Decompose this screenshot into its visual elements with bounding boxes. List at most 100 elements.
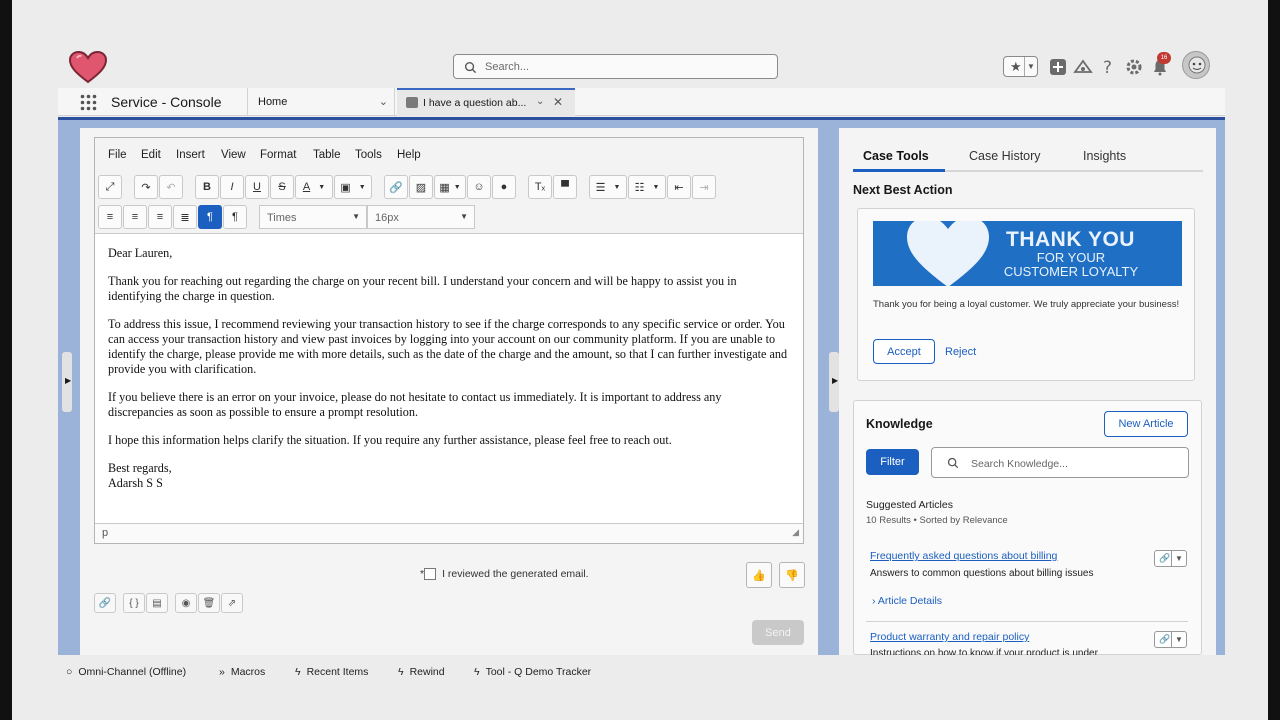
- strikethrough-icon[interactable]: S: [270, 175, 294, 199]
- email-closing: Best regards,: [108, 461, 172, 475]
- chevron-down-icon[interactable]: ⌄: [379, 95, 388, 108]
- italic-icon[interactable]: I: [220, 175, 244, 199]
- user-avatar-icon: [1188, 56, 1206, 74]
- global-search-input[interactable]: Search...: [453, 54, 778, 79]
- tab-case-history[interactable]: Case History: [969, 149, 1041, 163]
- email-paragraph: To address this issue, I recommend revie…: [108, 317, 788, 376]
- menu-help[interactable]: Help: [397, 149, 421, 161]
- right-panel-toggle[interactable]: ▶: [829, 352, 839, 412]
- email-paragraph: If you believe there is an error on your…: [108, 390, 722, 419]
- rich-text-editor[interactable]: File Edit Insert View Format Table Tools…: [94, 137, 804, 544]
- circle-icon: ○: [66, 666, 73, 678]
- global-actions-icon[interactable]: [1048, 57, 1068, 77]
- heart-logo-icon[interactable]: [68, 50, 108, 84]
- knowledge-search-input[interactable]: Search Knowledge...: [931, 447, 1189, 478]
- bullet-list-icon[interactable]: ☰ ▼: [589, 175, 627, 199]
- utility-demo-tracker[interactable]: ϟ Tool - Q Demo Tracker: [474, 666, 591, 678]
- template-icon[interactable]: ▤: [146, 593, 168, 613]
- svg-text:?: ?: [1103, 58, 1112, 77]
- tab-insights[interactable]: Insights: [1083, 149, 1126, 163]
- tab-case[interactable]: I have a question ab... ⌄ ✕: [397, 88, 575, 116]
- align-right-icon[interactable]: ≡: [148, 205, 172, 229]
- special-char-icon[interactable]: ●: [492, 175, 516, 199]
- filter-button[interactable]: Filter: [866, 449, 919, 475]
- star-icon: ★: [1010, 59, 1022, 74]
- accept-button[interactable]: Accept: [873, 339, 935, 364]
- align-center-icon[interactable]: ≡: [123, 205, 147, 229]
- link-icon[interactable]: 🔗: [384, 175, 408, 199]
- new-article-button[interactable]: New Article: [1104, 411, 1188, 437]
- emoji-icon[interactable]: ☺: [467, 175, 491, 199]
- reject-link[interactable]: Reject: [945, 346, 976, 358]
- thank-you-banner: THANK YOU FOR YOUR CUSTOMER LOYALTY: [873, 221, 1182, 286]
- menu-insert[interactable]: Insert: [176, 149, 205, 161]
- resize-handle-icon[interactable]: ◢: [792, 527, 799, 538]
- tab-home[interactable]: Home ⌄: [247, 88, 395, 116]
- trailhead-icon[interactable]: [1073, 57, 1093, 77]
- text-color-icon[interactable]: A ▼: [295, 175, 333, 199]
- email-body[interactable]: Dear Lauren, Thank you for reaching out …: [108, 246, 788, 491]
- underline-icon[interactable]: U: [245, 175, 269, 199]
- article-divider: [866, 621, 1188, 622]
- close-icon[interactable]: ✕: [553, 95, 563, 109]
- menu-format[interactable]: Format: [260, 149, 296, 161]
- numbered-list-icon[interactable]: ☷ ▼: [628, 175, 666, 199]
- clear-format-icon[interactable]: Tₓ: [528, 175, 552, 199]
- menu-edit[interactable]: Edit: [141, 149, 161, 161]
- article-details-link[interactable]: › Article Details: [872, 595, 942, 607]
- thumbs-down-icon[interactable]: 👎: [779, 562, 805, 588]
- chevron-down-icon: ▼: [1175, 554, 1183, 563]
- editor-statusbar: p ◢: [95, 523, 803, 543]
- font-family-select[interactable]: Times ▼: [259, 205, 367, 229]
- outdent-icon[interactable]: ⇤: [667, 175, 691, 199]
- font-size-select[interactable]: 16px ▼: [367, 205, 475, 229]
- left-panel-toggle[interactable]: ▶: [62, 352, 72, 412]
- ltr-direction-icon[interactable]: ¶: [198, 205, 222, 229]
- chevron-down-icon: ▼: [1027, 62, 1035, 71]
- suggested-articles-label: Suggested Articles: [866, 499, 953, 511]
- utility-rewind[interactable]: ϟ Rewind: [398, 666, 445, 678]
- notification-badge: 16: [1157, 52, 1171, 64]
- element-path: p: [102, 527, 109, 539]
- article-title-link[interactable]: Frequently asked questions about billing: [870, 550, 1057, 562]
- undo-icon[interactable]: ↶: [159, 175, 183, 199]
- indent-icon[interactable]: ⇥: [692, 175, 716, 199]
- menu-file[interactable]: File: [108, 149, 127, 161]
- fullscreen-icon[interactable]: ⤢: [98, 175, 122, 199]
- format-painter-icon[interactable]: ▀: [553, 175, 577, 199]
- menu-table[interactable]: Table: [313, 149, 341, 161]
- align-left-icon[interactable]: ≡: [98, 205, 122, 229]
- font-family-value: Times: [267, 212, 297, 224]
- article-description: Answers to common questions about billin…: [870, 568, 1094, 579]
- gear-icon[interactable]: [1124, 57, 1144, 77]
- redo-icon[interactable]: ↷: [134, 175, 158, 199]
- tab-case-tools[interactable]: Case Tools: [863, 149, 929, 163]
- avatar[interactable]: [1182, 51, 1210, 79]
- utility-macros[interactable]: » Macros: [219, 666, 265, 678]
- popout-icon[interactable]: ⇗: [221, 593, 243, 613]
- article-title-link[interactable]: Product warranty and repair policy: [870, 631, 1029, 643]
- favorites-button[interactable]: ★ ▼: [1003, 56, 1038, 77]
- send-button[interactable]: Send: [752, 620, 804, 645]
- menu-tools[interactable]: Tools: [355, 149, 382, 161]
- menu-view[interactable]: View: [221, 149, 246, 161]
- utility-omni-channel[interactable]: ○ Omni-Channel (Offline): [66, 666, 186, 678]
- rtl-direction-icon[interactable]: ¶: [223, 205, 247, 229]
- table-icon[interactable]: ▦ ▼: [434, 175, 466, 199]
- bold-icon[interactable]: B: [195, 175, 219, 199]
- merge-field-icon[interactable]: { }: [123, 593, 145, 613]
- chevron-down-icon[interactable]: ⌄: [536, 96, 544, 107]
- help-icon[interactable]: ?: [1098, 57, 1118, 77]
- align-justify-icon[interactable]: ≣: [173, 205, 197, 229]
- image-icon[interactable]: ▨: [409, 175, 433, 199]
- attach-link-icon[interactable]: 🔗: [94, 593, 116, 613]
- review-checkbox[interactable]: [424, 568, 437, 581]
- utility-recent-items[interactable]: ϟ Recent Items: [295, 666, 368, 678]
- article-actions-button[interactable]: 🔗 ▼: [1154, 550, 1187, 567]
- thumbs-up-icon[interactable]: 👍: [746, 562, 772, 588]
- app-launcher-icon[interactable]: [80, 94, 97, 111]
- article-actions-button[interactable]: 🔗 ▼: [1154, 631, 1187, 648]
- trash-icon[interactable]: 🗑: [198, 593, 220, 613]
- preview-icon[interactable]: ◉: [175, 593, 197, 613]
- highlight-color-icon[interactable]: ▣ ▼: [334, 175, 372, 199]
